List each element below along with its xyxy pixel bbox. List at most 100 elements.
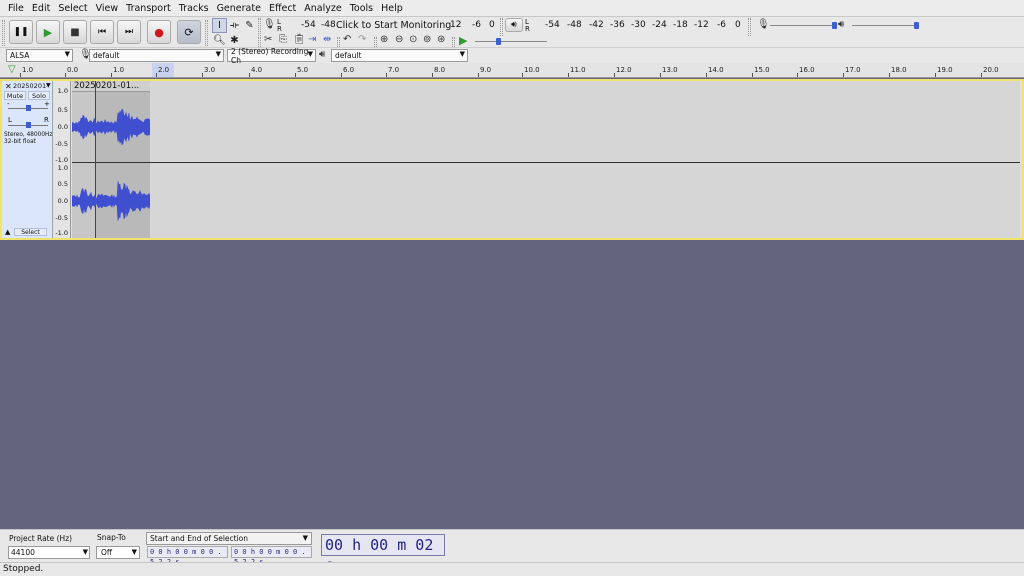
click-to-start-monitoring[interactable]: Click to Start Monitoring [336, 20, 451, 31]
snap-to-select[interactable]: Off ▼ [96, 546, 140, 559]
menu-generate[interactable]: Generate [213, 3, 265, 14]
menu-effect[interactable]: Effect [265, 3, 300, 14]
ruler-tick-label: 2.0 [158, 66, 170, 74]
redo-icon[interactable]: ↷ [358, 34, 366, 45]
ruler-tick-label: 4.0 [251, 66, 263, 74]
rec-meter-tick: -6 [472, 20, 481, 30]
playback-volume-slider[interactable] [852, 25, 917, 26]
timeline-ruler[interactable]: ▽ 1.0 0.0 1.0 2.0 3.0 4.0 5.0 6.0 7.0 8.0 9.0 10.0 1… [0, 63, 1024, 78]
collapse-track-icon[interactable]: ▲ [5, 228, 10, 236]
ruler-tick-label: 15.0 [754, 66, 770, 74]
pause-icon: ❚❚ [13, 27, 29, 37]
ruler-tick-mark [156, 73, 157, 77]
menu-help[interactable]: Help [377, 3, 407, 14]
selection-mode-value: Start and End of Selection [150, 534, 249, 543]
toolbar-grip[interactable] [500, 18, 503, 36]
track-name-menu[interactable]: 20250201-0 [13, 82, 47, 90]
zoom-out-icon[interactable]: ⊖ [395, 34, 403, 45]
skip-to-start-button[interactable]: ⏮ [90, 20, 114, 44]
ruler-tick-label: 17.0 [845, 66, 861, 74]
playback-meter-button[interactable]: 🔊︎ [505, 18, 523, 32]
fit-project-icon[interactable]: ⊚ [423, 34, 431, 45]
skip-to-end-button[interactable]: ⏭ [117, 20, 141, 44]
ruler-tick-mark [295, 73, 296, 77]
select-track-button[interactable]: Select [14, 228, 47, 236]
playback-volume-thumb[interactable] [914, 22, 919, 29]
play-meter-tick: -24 [652, 20, 667, 30]
vertical-scale[interactable]: 1.0 0.5 0.0 -0.5 -1.0 1.0 0.5 0.0 -0.5 -… [54, 81, 71, 238]
rec-meter-tick: 0 [489, 20, 495, 30]
play-button[interactable]: ▶ [36, 20, 60, 44]
undo-icon[interactable]: ↶ [343, 34, 351, 45]
menu-file[interactable]: File [4, 3, 28, 14]
play-speed-thumb[interactable] [496, 38, 501, 45]
ruler-tick-mark [889, 73, 890, 77]
play-meter-tick: -48 [567, 20, 582, 30]
paste-icon[interactable]: 📋︎ [293, 34, 306, 45]
record-button[interactable]: ● [147, 20, 171, 44]
menu-view[interactable]: View [92, 3, 123, 14]
selection-start-time[interactable]: 0 0 h 0 0 m 0 0 . 5 2 2 s [147, 546, 228, 566]
ruler-tick-label: 6.0 [343, 66, 355, 74]
track-control-panel: ✕ 20250201-0 ▼ Mute Solo - + L R Stereo,… [2, 81, 53, 238]
microphone-icon[interactable]: 🎙︎ [263, 19, 276, 30]
draw-tool[interactable]: ✎ [242, 18, 257, 33]
menu-select[interactable]: Select [54, 3, 91, 14]
recording-volume-thumb[interactable] [832, 22, 837, 29]
play-meter-tick: -6 [717, 20, 726, 30]
pause-button[interactable]: ❚❚ [9, 20, 33, 44]
meter-r-label: R [525, 25, 530, 33]
ruler-tick-label: 19.0 [937, 66, 953, 74]
zoom-toggle-icon[interactable]: ⊛ [437, 34, 445, 45]
fit-selection-icon[interactable]: ⊙ [409, 34, 417, 45]
audio-host-select[interactable]: ALSA ▼ [6, 49, 73, 62]
channels-select[interactable]: 2 (Stereo) Recording Ch ▼ [227, 47, 316, 65]
zoom-in-icon[interactable]: ⊕ [380, 34, 388, 45]
loop-button[interactable]: ⟳ [177, 20, 201, 44]
ruler-tick-mark [202, 73, 203, 77]
menu-bar: File Edit Select View Transport Tracks G… [0, 0, 1024, 17]
toolbar-grip[interactable] [258, 18, 261, 36]
mute-button[interactable]: Mute [4, 91, 26, 100]
stop-icon: ■ [70, 26, 80, 38]
selection-tool[interactable]: I [212, 18, 227, 33]
menu-edit[interactable]: Edit [28, 3, 54, 14]
status-bar: Stopped. [0, 562, 1024, 576]
toolbar-grip[interactable] [748, 18, 751, 36]
zoom-tool[interactable]: 🔍︎ [212, 33, 227, 48]
pan-slider-thumb[interactable] [26, 122, 31, 128]
speaker-icon: 🔊︎ [511, 20, 517, 30]
ruler-tick-mark [843, 73, 844, 77]
menu-tracks[interactable]: Tracks [175, 3, 213, 14]
audio-position-time[interactable]: 00 h 00 m 02 s [321, 534, 445, 574]
ruler-tick-label: 1.0 [113, 66, 125, 74]
waveform-background[interactable] [72, 81, 1020, 238]
menu-transport[interactable]: Transport [122, 3, 175, 14]
envelope-tool[interactable]: ⟛ [227, 18, 242, 33]
ruler-tick-label: 9.0 [480, 66, 492, 74]
selection-mode-select[interactable]: Start and End of Selection ▼ [146, 532, 312, 545]
play-speed-slider[interactable] [475, 41, 547, 42]
gain-plus-label: + [44, 100, 50, 108]
silence-icon[interactable]: ⇹ [323, 34, 331, 45]
stop-button[interactable]: ■ [63, 20, 87, 44]
ruler-tick-label: 0.0 [67, 66, 79, 74]
project-rate-combo[interactable]: 44100 ▼ [8, 546, 90, 559]
play-at-speed-icon[interactable]: ▶ [459, 34, 467, 47]
recording-volume-slider[interactable] [770, 25, 834, 26]
trim-icon[interactable]: ⇥ [308, 34, 316, 45]
menu-analyze[interactable]: Analyze [300, 3, 345, 14]
timeline-options-icon[interactable]: ▽ [8, 64, 16, 75]
menu-tools[interactable]: Tools [346, 3, 377, 14]
cut-icon[interactable]: ✂ [264, 34, 272, 45]
ruler-tick-label: 10.0 [524, 66, 540, 74]
pencil-icon: ✎ [245, 20, 254, 31]
ruler-tick-mark [478, 73, 479, 77]
recording-device-select[interactable]: default ▼ [89, 49, 224, 62]
gain-slider-thumb[interactable] [26, 105, 31, 111]
close-track-icon[interactable]: ✕ [5, 82, 12, 91]
selection-end-time[interactable]: 0 0 h 0 0 m 0 0 . 5 2 2 s [231, 546, 312, 566]
solo-button[interactable]: Solo [28, 91, 50, 100]
playback-device-select[interactable]: default ▼ [331, 49, 468, 62]
copy-icon[interactable]: ⎘ [279, 34, 287, 45]
